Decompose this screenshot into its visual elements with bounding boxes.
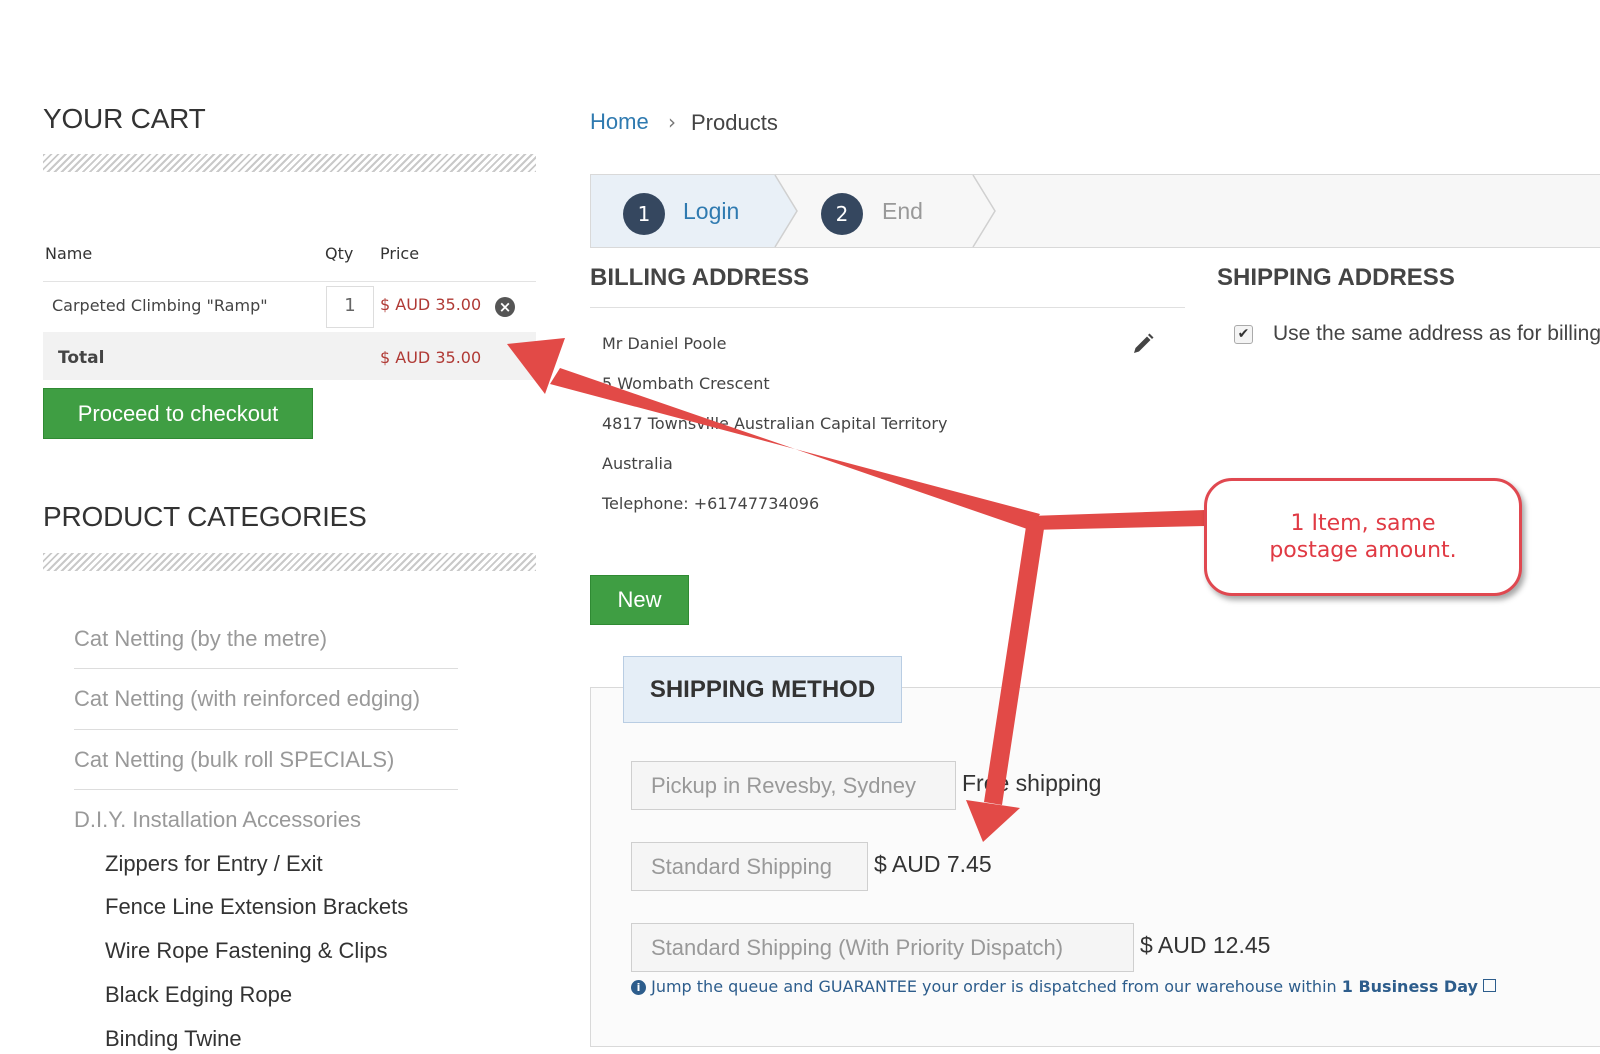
subcategory-item[interactable]: Zippers for Entry / Exit xyxy=(105,851,323,877)
proceed-to-checkout-button[interactable]: Proceed to checkout xyxy=(43,388,313,439)
external-link-icon[interactable] xyxy=(1483,979,1497,992)
note-text: Jump the queue and GUARANTEE your order … xyxy=(651,977,1337,996)
subcategory-item[interactable]: Fence Line Extension Brackets xyxy=(105,894,408,920)
shipping-option-standard[interactable]: Standard Shipping xyxy=(631,842,868,891)
cart-header-price: Price xyxy=(380,244,420,263)
category-divider xyxy=(74,668,458,669)
shipping-option-priority[interactable]: Standard Shipping (With Priority Dispatc… xyxy=(631,923,1134,972)
cart-header-qty: Qty xyxy=(325,244,354,263)
cart-item-qty-input[interactable]: 1 xyxy=(326,286,374,328)
categories-title-underline xyxy=(43,553,536,571)
priority-dispatch-note: i Jump the queue and GUARANTEE your orde… xyxy=(631,977,1497,996)
billing-name: Mr Daniel Poole xyxy=(602,334,727,353)
cart-header-divider xyxy=(43,281,536,282)
breadcrumb-current: Products xyxy=(691,110,778,135)
breadcrumb-separator: › xyxy=(668,110,676,134)
shipping-method-title: SHIPPING METHOD xyxy=(623,656,902,723)
category-item[interactable]: D.I.Y. Installation Accessories xyxy=(74,807,361,833)
breadcrumb-home-link[interactable]: Home xyxy=(590,109,649,135)
annotation-callout: 1 Item, same postage amount. xyxy=(1204,478,1522,596)
step-login[interactable]: Login xyxy=(683,198,739,225)
shipping-option-price: Free shipping xyxy=(962,770,1102,796)
billing-telephone: Telephone: +61747734096 xyxy=(602,494,820,513)
cart-title: YOUR CART xyxy=(43,103,206,134)
same-address-label[interactable]: Use the same address as for billing xyxy=(1273,322,1600,346)
step-number: 1 xyxy=(623,193,665,235)
cart-title-underline xyxy=(43,154,536,172)
billing-title: BILLING ADDRESS xyxy=(590,264,810,291)
category-item[interactable]: Cat Netting (bulk roll SPECIALS) xyxy=(74,747,394,773)
subcategory-item[interactable]: Wire Rope Fastening & Clips xyxy=(105,938,387,964)
shipping-option-price: $ AUD 7.45 xyxy=(874,851,992,877)
categories-title: PRODUCT CATEGORIES xyxy=(43,501,367,532)
step-end: End xyxy=(882,198,923,224)
category-item[interactable]: Cat Netting (with reinforced edging) xyxy=(74,686,420,712)
edit-pencil-icon[interactable] xyxy=(1131,332,1155,356)
category-item[interactable]: Cat Netting (by the metre) xyxy=(74,626,327,652)
step-number: 2 xyxy=(821,193,863,235)
remove-item-icon[interactable]: × xyxy=(495,297,515,317)
cart-total-label: Total xyxy=(58,348,105,368)
billing-country: Australia xyxy=(602,454,673,473)
cart-total-value: $ AUD 35.00 xyxy=(380,348,482,367)
category-divider xyxy=(74,729,458,730)
note-bold: 1 Business Day xyxy=(1341,977,1478,996)
new-address-button[interactable]: New xyxy=(590,575,689,625)
billing-divider xyxy=(590,307,1185,308)
same-address-checkbox[interactable]: ✔ xyxy=(1234,325,1253,344)
billing-city: 4817 Townsville Australian Capital Terri… xyxy=(602,414,948,433)
shipping-option-pickup[interactable]: Pickup in Revesby, Sydney xyxy=(631,761,956,810)
shipping-option-price: $ AUD 12.45 xyxy=(1140,932,1271,958)
cart-item-price: $ AUD 35.00 xyxy=(380,295,482,314)
billing-street: 5 Wombath Crescent xyxy=(602,374,770,393)
shipping-address-title: SHIPPING ADDRESS xyxy=(1217,264,1455,291)
cart-header-name: Name xyxy=(45,244,93,263)
subcategory-item[interactable]: Black Edging Rope xyxy=(105,982,292,1008)
category-divider xyxy=(74,789,458,790)
cart-item-name: Carpeted Climbing "Ramp" xyxy=(52,296,268,315)
subcategory-item[interactable]: Binding Twine xyxy=(105,1026,242,1052)
info-icon: i xyxy=(631,980,646,995)
